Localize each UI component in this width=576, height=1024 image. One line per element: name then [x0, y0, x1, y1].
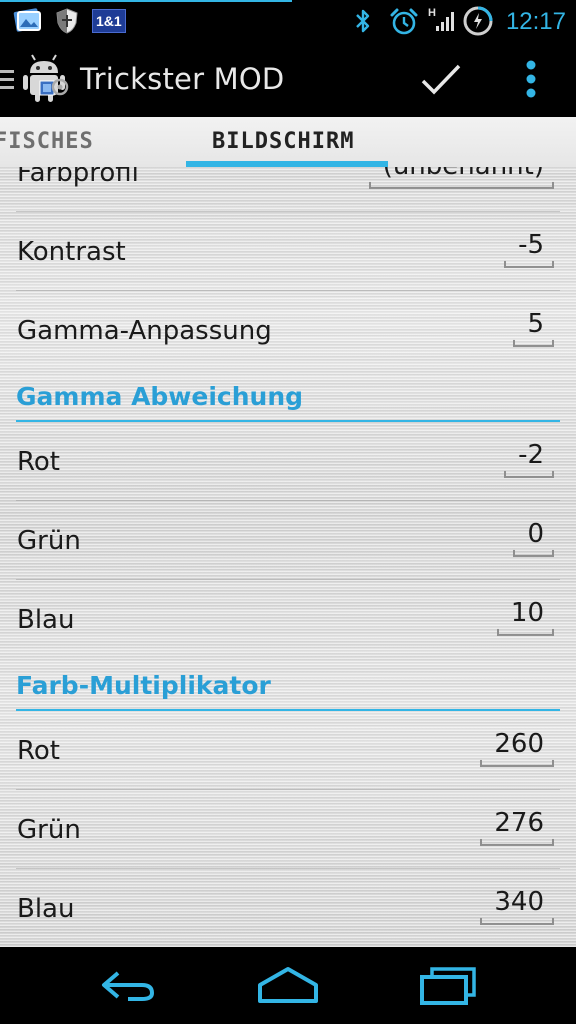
tab-bildschirm[interactable]: BILDSCHIRM: [212, 129, 354, 154]
section-title: Gamma Abweichung: [16, 382, 304, 411]
home-icon[interactable]: [256, 965, 320, 1010]
tab-strip: FISCHES BILDSCHIRM: [0, 117, 576, 169]
drawer-menu-icon[interactable]: [0, 69, 16, 96]
setting-row-gamma-gruen[interactable]: Grün 0: [0, 501, 576, 580]
section-header-farb-multiplikator: Farb-Multiplikator: [16, 669, 560, 711]
setting-label: Grün: [17, 814, 81, 845]
setting-row-gamma-anpassung[interactable]: Gamma-Anpassung 5: [0, 291, 576, 370]
tab-fisches[interactable]: FISCHES: [0, 129, 94, 154]
setting-value-field[interactable]: (unbenannt): [368, 167, 555, 189]
setting-row-multiplikator-gruen[interactable]: Grün 276: [0, 790, 576, 869]
setting-label: Rot: [17, 735, 60, 766]
action-bar: Trickster MOD: [0, 42, 576, 117]
shield-icon: [55, 7, 79, 40]
setting-label: Kontrast: [17, 236, 126, 267]
status-bar: 1&1 H 12:17: [0, 0, 576, 42]
navigation-bar: [0, 947, 576, 1024]
setting-row-kontrast[interactable]: Kontrast -5: [0, 212, 576, 291]
bluetooth-icon: [353, 7, 373, 40]
setting-value-field[interactable]: 340: [480, 886, 554, 925]
setting-value-field[interactable]: -2: [504, 439, 554, 478]
setting-row-gamma-blau[interactable]: Blau 10: [0, 580, 576, 659]
setting-label: Farbprofil: [17, 167, 139, 188]
battery-charging-icon: [462, 5, 494, 42]
setting-row-farbprofil[interactable]: Farbprofil (unbenannt): [0, 167, 576, 212]
overflow-menu-icon[interactable]: [519, 58, 543, 107]
settings-list[interactable]: Farbprofil (unbenannt) Kontrast -5 Gamma…: [0, 167, 576, 947]
android-app-icon[interactable]: [20, 53, 72, 110]
setting-label: Grün: [17, 525, 81, 556]
setting-value-field[interactable]: -5: [504, 229, 554, 268]
setting-value-field[interactable]: 5: [513, 308, 554, 347]
section-title: Farb-Multiplikator: [16, 671, 271, 700]
back-icon[interactable]: [98, 965, 158, 1010]
setting-row-multiplikator-rot[interactable]: Rot 260: [0, 711, 576, 790]
status-clock: 12:17: [505, 8, 566, 35]
setting-value-field[interactable]: 10: [496, 597, 555, 636]
network-type-label: H: [428, 7, 436, 19]
app-title: Trickster MOD: [80, 62, 285, 96]
status-progress-line: [0, 0, 292, 2]
setting-label: Blau: [17, 893, 75, 924]
setting-value-field[interactable]: 276: [480, 807, 554, 846]
carrier-badge-icon: 1&1: [92, 9, 126, 33]
signal-icon: H: [427, 4, 457, 39]
setting-label: Blau: [17, 604, 75, 635]
section-header-gamma-abweichung: Gamma Abweichung: [16, 380, 560, 422]
checkmark-icon[interactable]: [420, 62, 462, 103]
setting-row-gamma-rot[interactable]: Rot -2: [0, 422, 576, 501]
setting-value-field[interactable]: 0: [513, 518, 554, 557]
alarm-icon: [388, 7, 420, 42]
setting-label: Rot: [17, 446, 60, 477]
setting-row-multiplikator-blau[interactable]: Blau 340: [0, 869, 576, 947]
photos-icon: [12, 7, 44, 40]
setting-label: Gamma-Anpassung: [17, 315, 272, 346]
carrier-badge-label: 1&1: [92, 9, 126, 33]
recent-apps-icon[interactable]: [418, 965, 478, 1010]
setting-value-field[interactable]: 260: [480, 728, 554, 767]
